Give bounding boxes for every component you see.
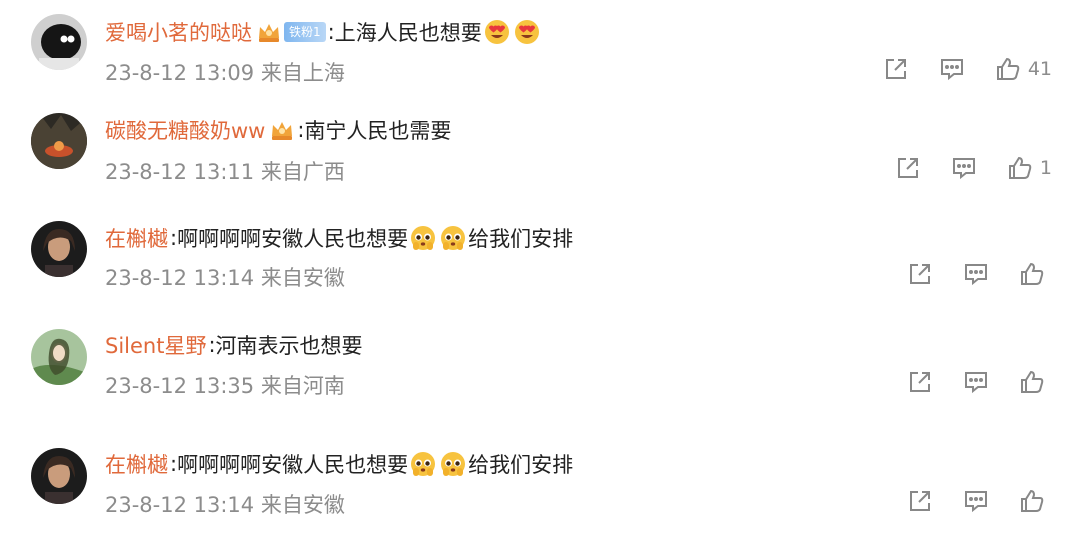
comment-item: 在槲樾 : 啊啊啊啊安徽人民也想要 给我们安排 23-8-12 13:14 来自… — [0, 218, 1080, 318]
avatar[interactable] — [31, 113, 87, 169]
comment-list: 爱喝小茗的哒哒 铁粉1 : 上海人民也想要 23-8-12 13:09 来自上海 — [0, 0, 1080, 533]
comment-meta: 23-8-12 13:14 来自安徽 — [105, 493, 345, 517]
comment-actions — [878, 368, 1052, 396]
username[interactable]: 碳酸无糖酸奶ww — [105, 115, 265, 145]
comment-item: 爱喝小茗的哒哒 铁粉1 : 上海人民也想要 23-8-12 13:09 来自上海 — [0, 0, 1080, 100]
comment-meta: 23-8-12 13:35 来自河南 — [105, 374, 345, 398]
colon-separator: : — [327, 20, 335, 44]
share-button[interactable] — [894, 154, 922, 182]
avatar[interactable] — [31, 448, 87, 504]
username[interactable]: 在槲樾 — [105, 223, 168, 253]
heart-eyes-emoji — [483, 18, 511, 46]
share-button[interactable] — [882, 55, 910, 83]
reply-button[interactable] — [962, 260, 990, 288]
reply-button[interactable] — [950, 154, 978, 182]
comment-actions: 1 — [866, 154, 1052, 182]
comment-text: 南宁人民也需要 — [304, 119, 452, 143]
username[interactable]: 爱喝小茗的哒哒 — [105, 17, 252, 47]
comment-text-after: 给我们安排 — [468, 227, 574, 251]
avatar[interactable] — [31, 221, 87, 277]
comment-item: 碳酸无糖酸奶ww : 南宁人民也需要 23-8-12 13:11 来自广西 1 — [0, 110, 1080, 210]
comment-actions: 41 — [854, 55, 1052, 83]
like-count: 1 — [1039, 157, 1052, 179]
share-button[interactable] — [906, 368, 934, 396]
colon-separator: : — [170, 226, 178, 250]
avatar[interactable] — [31, 14, 87, 70]
comment-content: 碳酸无糖酸奶ww : 南宁人民也需要 — [105, 113, 451, 147]
comment-content: 在槲樾 : 啊啊啊啊安徽人民也想要 给我们安排 — [105, 221, 573, 255]
crown-icon — [256, 20, 282, 44]
avatar[interactable] — [31, 329, 87, 385]
crown-icon — [269, 118, 295, 142]
pleading-emoji — [409, 450, 437, 478]
share-button[interactable] — [906, 487, 934, 515]
comment-meta: 23-8-12 13:09 来自上海 — [105, 61, 345, 85]
like-button[interactable]: 1 — [1006, 154, 1052, 182]
comment-content: 在槲樾 : 啊啊啊啊安徽人民也想要 给我们安排 — [105, 447, 573, 481]
comment-text: 河南表示也想要 — [215, 334, 363, 358]
like-button[interactable] — [1018, 260, 1052, 288]
colon-separator: : — [297, 118, 305, 142]
reply-button[interactable] — [938, 55, 966, 83]
comment-content: 爱喝小茗的哒哒 铁粉1 : 上海人民也想要 — [105, 15, 542, 49]
comment-text: 上海人民也想要 — [334, 21, 482, 45]
colon-separator: : — [208, 333, 216, 357]
like-button[interactable]: 41 — [994, 55, 1052, 83]
colon-separator: : — [170, 452, 178, 476]
pleading-emoji — [439, 450, 467, 478]
comment-text: 啊啊啊啊安徽人民也想要 — [177, 227, 409, 251]
comment-item: 在槲樾 : 啊啊啊啊安徽人民也想要 给我们安排 23-8-12 13:14 来自… — [0, 445, 1080, 533]
pleading-emoji — [409, 224, 437, 252]
comment-meta: 23-8-12 13:14 来自安徽 — [105, 266, 345, 290]
username[interactable]: Silent星野 — [105, 330, 206, 360]
like-button[interactable] — [1018, 487, 1052, 515]
comment-item: Silent星野 : 河南表示也想要 23-8-12 13:35 来自河南 — [0, 326, 1080, 426]
comment-text: 啊啊啊啊安徽人民也想要 — [177, 453, 409, 477]
comment-actions — [878, 487, 1052, 515]
like-count: 41 — [1027, 58, 1052, 80]
reply-button[interactable] — [962, 487, 990, 515]
pleading-emoji — [439, 224, 467, 252]
comment-meta: 23-8-12 13:11 来自广西 — [105, 160, 345, 184]
reply-button[interactable] — [962, 368, 990, 396]
comment-content: Silent星野 : 河南表示也想要 — [105, 328, 363, 362]
heart-eyes-emoji — [513, 18, 541, 46]
comment-text-after: 给我们安排 — [468, 453, 574, 477]
username[interactable]: 在槲樾 — [105, 449, 168, 479]
share-button[interactable] — [906, 260, 934, 288]
fan-badge: 铁粉1 — [284, 22, 326, 42]
like-button[interactable] — [1018, 368, 1052, 396]
comment-actions — [878, 260, 1052, 288]
